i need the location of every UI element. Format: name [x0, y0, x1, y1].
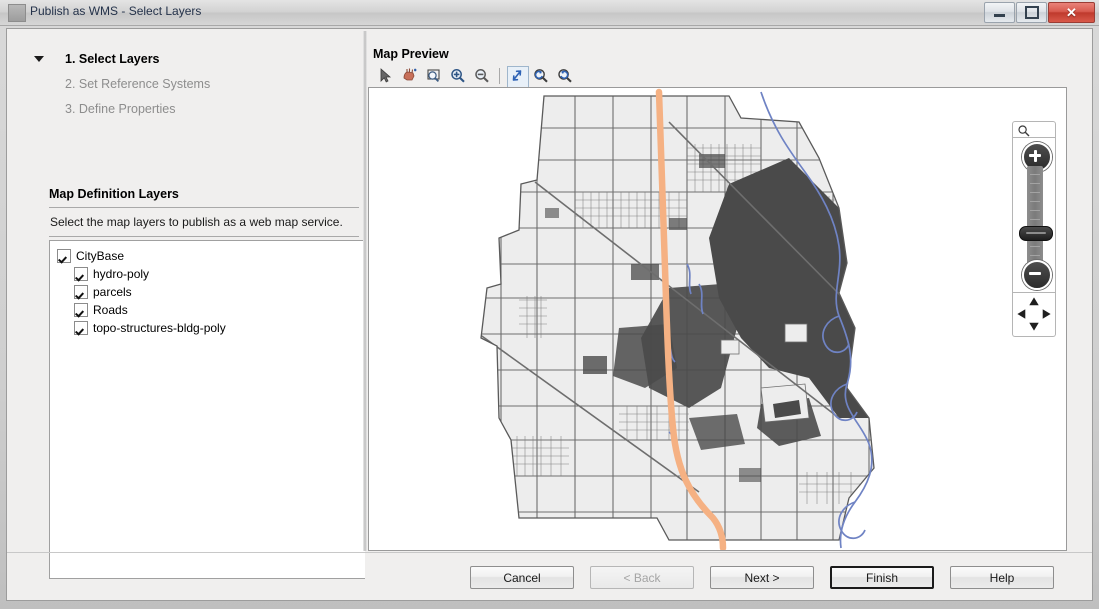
footer-divider	[7, 552, 1092, 553]
checkbox-hydro-poly[interactable]	[74, 267, 88, 281]
zoom-out-button[interactable]	[1022, 260, 1052, 290]
map-drawing	[480, 88, 875, 550]
layers-instruction-text: Select the map layers to publish as a we…	[50, 215, 343, 229]
application-window: Publish as WMS - Select Layers ✕ 1. Sele…	[0, 0, 1099, 609]
parcel-layer	[481, 96, 874, 540]
zoom-previous-tool[interactable]	[530, 65, 552, 87]
wizard-step-select-layers[interactable]: 1. Select Layers	[25, 47, 345, 72]
pan-hand-tool[interactable]	[399, 65, 421, 87]
wizard-step-define-properties[interactable]: 3. Define Properties	[25, 97, 345, 122]
map-toolbar	[375, 65, 576, 88]
pan-west-arrow	[1014, 306, 1027, 322]
divider-bottom	[49, 236, 359, 237]
window-controls: ✕	[984, 2, 1095, 23]
zoom-rectangle-tool[interactable]	[423, 65, 445, 87]
dialog-client-area: 1. Select Layers 2. Set Reference System…	[6, 28, 1093, 601]
wizard-steps: 1. Select Layers 2. Set Reference System…	[25, 47, 345, 122]
dialog-footer: Cancel < Back Next > Finish Help	[7, 552, 1092, 600]
tree-item-label: topo-structures-bldg-poly	[93, 321, 226, 335]
zoom-slider-track[interactable]	[1027, 166, 1043, 266]
help-button[interactable]: Help	[950, 566, 1054, 589]
finish-button[interactable]: Finish	[830, 566, 934, 589]
left-panel: 1. Select Layers 2. Set Reference System…	[7, 29, 365, 579]
divider-top	[49, 207, 359, 208]
tree-item-label: hydro-poly	[93, 267, 150, 281]
pan-east-arrow	[1041, 306, 1054, 322]
wizard-step-label: 3. Define Properties	[65, 102, 176, 116]
pan-arrows-icon[interactable]	[1013, 293, 1055, 335]
map-preview-panel: Map Preview	[367, 29, 1074, 554]
window-title: Publish as WMS - Select Layers	[30, 4, 202, 18]
wizard-step-set-reference-systems[interactable]: 2. Set Reference Systems	[25, 72, 345, 97]
pan-north-arrow	[1026, 294, 1042, 307]
tree-item-parcels[interactable]: parcels	[50, 283, 365, 301]
zoom-slider-thumb[interactable]	[1019, 226, 1053, 241]
select-arrow-tool[interactable]	[375, 65, 397, 87]
maximize-button[interactable]	[1016, 2, 1047, 23]
tree-item-roads[interactable]: Roads	[50, 301, 365, 319]
close-button[interactable]: ✕	[1048, 2, 1095, 23]
close-icon: ✕	[1066, 4, 1077, 20]
minimize-button[interactable]	[984, 2, 1015, 23]
tree-item-citybase[interactable]: CityBase	[50, 247, 365, 265]
zoom-next-tool[interactable]	[554, 65, 576, 87]
map-definition-layers-heading: Map Definition Layers	[49, 187, 179, 201]
tree-item-topo-structures-bldg-poly[interactable]: topo-structures-bldg-poly	[50, 319, 365, 337]
tree-item-label: parcels	[93, 285, 132, 299]
tree-item-hydro-poly[interactable]: hydro-poly	[50, 265, 365, 283]
layer-tree[interactable]: CityBase hydro-poly parcels Roads topo-s…	[49, 240, 365, 579]
toolbar-separator	[499, 68, 500, 84]
cancel-button[interactable]: Cancel	[470, 566, 574, 589]
back-button: < Back	[590, 566, 694, 589]
zoom-out-tool[interactable]	[471, 65, 493, 87]
checkbox-parcels[interactable]	[74, 285, 88, 299]
checkbox-citybase[interactable]	[57, 249, 71, 263]
checkbox-roads[interactable]	[74, 303, 88, 317]
map-search-box[interactable]	[1012, 121, 1056, 138]
map-preview-heading: Map Preview	[373, 47, 449, 61]
zoom-slider[interactable]	[1012, 138, 1056, 293]
tree-item-label: Roads	[93, 303, 128, 317]
wizard-step-label: 2. Set Reference Systems	[65, 77, 211, 91]
map-navigation-widget[interactable]	[1012, 121, 1056, 337]
wizard-step-label: 1. Select Layers	[65, 52, 160, 66]
zoom-in-tool[interactable]	[447, 65, 469, 87]
title-bar: Publish as WMS - Select Layers ✕	[0, 0, 1099, 26]
window-icon	[8, 4, 26, 22]
chevron-down-icon	[34, 56, 44, 62]
pan-rosette[interactable]	[1012, 293, 1056, 337]
zoom-extent-tool[interactable]	[506, 65, 529, 88]
checkbox-topo-structures-bldg-poly[interactable]	[74, 321, 88, 335]
tree-item-label: CityBase	[76, 249, 125, 263]
map-canvas[interactable]	[368, 87, 1067, 551]
next-button[interactable]: Next >	[710, 566, 814, 589]
pan-south-arrow	[1026, 321, 1042, 334]
search-icon	[1018, 125, 1030, 137]
